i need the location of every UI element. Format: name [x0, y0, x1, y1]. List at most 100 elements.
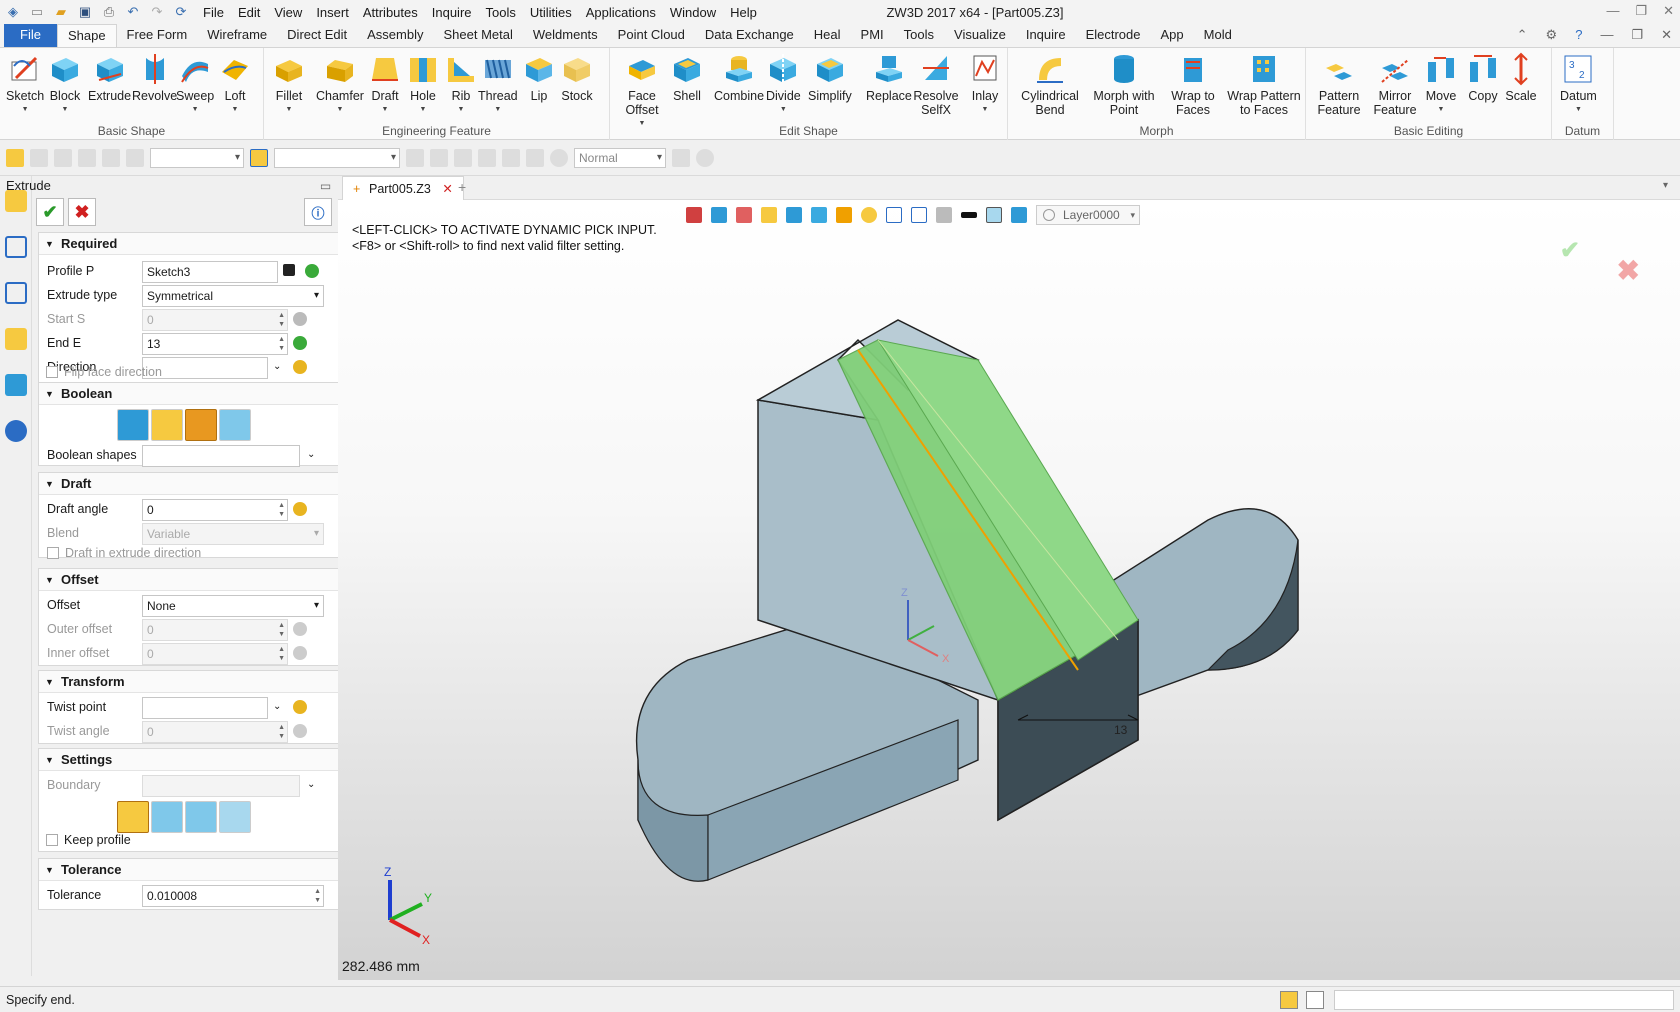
flip-face-checkbox[interactable]: Flip face direction [46, 365, 162, 379]
close-tab-icon[interactable]: ✕ [442, 182, 452, 196]
user-icon[interactable] [5, 420, 27, 442]
section-offset-title[interactable]: Offset [39, 569, 351, 591]
tab-free-form[interactable]: Free Form [117, 24, 198, 47]
part-icon[interactable] [5, 328, 27, 350]
menu-insert[interactable]: Insert [309, 5, 356, 20]
section-draft-title[interactable]: Draft [39, 473, 351, 495]
face-offset-button[interactable]: Face Offset ▼ [620, 52, 664, 131]
settings-option-3-icon[interactable] [185, 801, 217, 833]
status-list-icon[interactable] [1306, 991, 1324, 1009]
minimize-icon[interactable]: — [1606, 3, 1619, 19]
settings-icon[interactable]: ⚙ [1546, 27, 1558, 43]
replace-button[interactable]: Replace [866, 52, 912, 103]
lip-button[interactable]: Lip [522, 52, 556, 103]
menu-view[interactable]: View [267, 5, 309, 20]
twist-angle-field[interactable]: 0 ▲ ▼ [142, 721, 288, 743]
block-button[interactable]: Block ▼ [48, 52, 82, 117]
tab-part005[interactable]: + Part005.Z3 ✕ [342, 176, 464, 200]
filter-combo[interactable] [150, 147, 244, 168]
boolean-add-icon[interactable] [151, 409, 183, 441]
section-transform-title[interactable]: Transform [39, 671, 351, 693]
refresh-icon[interactable]: ⟳ [172, 3, 190, 21]
chamfer-button[interactable]: Chamfer ▼ [316, 52, 364, 117]
extrude-button[interactable]: Extrude [88, 52, 131, 103]
cancel-button[interactable]: ✖ [68, 198, 96, 226]
keep-profile-checkbox[interactable]: Keep profile [46, 833, 131, 847]
tab-assembly[interactable]: Assembly [357, 24, 433, 47]
doc-minimize-icon[interactable]: — [1600, 27, 1613, 43]
undo-icon[interactable]: ↶ [124, 3, 142, 21]
help-icon[interactable]: ? [1575, 27, 1582, 43]
settings-option-4-icon[interactable] [219, 801, 251, 833]
tab-list-icon[interactable]: ▾ [1663, 180, 1668, 191]
twist-point-field[interactable] [142, 697, 268, 719]
boolean-intersect-icon[interactable] [219, 409, 251, 441]
draft-button[interactable]: Draft ▼ [368, 52, 402, 117]
show-icon[interactable] [454, 148, 472, 167]
tab-data-exchange[interactable]: Data Exchange [695, 24, 804, 47]
boundary-field[interactable] [142, 775, 300, 797]
new-tab-icon[interactable]: + [458, 179, 466, 195]
doc-restore-icon[interactable]: ❐ [1631, 27, 1643, 43]
tab-direct-edit[interactable]: Direct Edit [277, 24, 357, 47]
profile-pick-icon[interactable] [305, 264, 319, 278]
mirror-feature-button[interactable]: Mirror Feature [1370, 52, 1420, 117]
menu-window[interactable]: Window [663, 5, 723, 20]
loft-button[interactable]: Loft ▼ [218, 52, 252, 117]
draft-angle-pick-icon[interactable] [293, 502, 307, 516]
profile-field[interactable]: Sketch3 [142, 261, 278, 283]
tab-mold[interactable]: Mold [1194, 24, 1242, 47]
grid-icon[interactable] [78, 148, 96, 167]
render-mode-combo[interactable]: Normal [574, 147, 666, 168]
section-boolean-title[interactable]: Boolean [39, 383, 351, 405]
menu-utilities[interactable]: Utilities [523, 5, 579, 20]
extrude-type-select[interactable]: Symmetrical [142, 285, 324, 307]
menu-tools[interactable]: Tools [479, 5, 523, 20]
circle-icon[interactable] [102, 148, 120, 167]
hide-icon[interactable] [430, 148, 448, 167]
start-field[interactable]: 0 ▲ ▼ [142, 309, 288, 331]
tab-inquire[interactable]: Inquire [1016, 24, 1076, 47]
twist-point-pick-icon[interactable] [293, 700, 307, 714]
info-button[interactable]: ⓘ [304, 198, 332, 226]
history-tree-icon[interactable] [5, 236, 27, 258]
end-field[interactable]: 13 ▲ ▼ [142, 333, 288, 355]
end-pick-icon[interactable] [293, 336, 307, 350]
attr-icon[interactable] [406, 148, 424, 167]
settings-option-1-icon[interactable] [117, 801, 149, 833]
visual-manager-icon[interactable] [5, 374, 27, 396]
resolve-selfx-button[interactable]: Resolve SelfX [913, 52, 959, 117]
offset-select[interactable]: None [142, 595, 324, 617]
tab-point-cloud[interactable]: Point Cloud [608, 24, 695, 47]
pick-filter-icon[interactable] [6, 148, 24, 167]
save-icon[interactable]: ▣ [76, 3, 94, 21]
print-icon[interactable]: ⎙ [100, 3, 118, 21]
layout-icon[interactable] [502, 148, 520, 167]
pin-icon[interactable] [526, 148, 544, 167]
gear-icon[interactable] [550, 148, 568, 167]
tab-pmi[interactable]: PMI [851, 24, 894, 47]
cylindrical-bend-button[interactable]: Cylindrical Bend [1021, 52, 1079, 117]
align-icon[interactable] [478, 148, 496, 167]
collapse-ribbon-icon[interactable]: ⌃ [1517, 27, 1528, 43]
divide-button[interactable]: Divide ▼ [766, 52, 801, 117]
revolve-button[interactable]: Revolve [132, 52, 177, 103]
boolean-base-icon[interactable] [117, 409, 149, 441]
fillet-button[interactable]: Fillet ▼ [272, 52, 306, 117]
menu-help[interactable]: Help [723, 5, 764, 20]
thread-button[interactable]: Thread ▼ [478, 52, 518, 117]
draft-angle-field[interactable]: 0 ▲ ▼ [142, 499, 288, 521]
scale-button[interactable]: Scale [1504, 52, 1538, 103]
tab-sheet-metal[interactable]: Sheet Metal [434, 24, 523, 47]
boolean-shapes-field[interactable] [142, 445, 300, 467]
simplify-button[interactable]: Simplify [808, 52, 852, 103]
panel-pin-icon[interactable]: ▭ [320, 179, 331, 193]
shell-button[interactable]: Shell [670, 52, 704, 103]
stock-button[interactable]: Stock [560, 52, 594, 103]
menu-inquire[interactable]: Inquire [425, 5, 479, 20]
tab-wireframe[interactable]: Wireframe [197, 24, 277, 47]
3d-viewport[interactable]: <LEFT-CLICK> TO ACTIVATE DYNAMIC PICK IN… [338, 200, 1680, 980]
tab-heal[interactable]: Heal [804, 24, 851, 47]
restore-icon[interactable]: ❐ [1635, 3, 1647, 19]
tab-visualize[interactable]: Visualize [944, 24, 1016, 47]
